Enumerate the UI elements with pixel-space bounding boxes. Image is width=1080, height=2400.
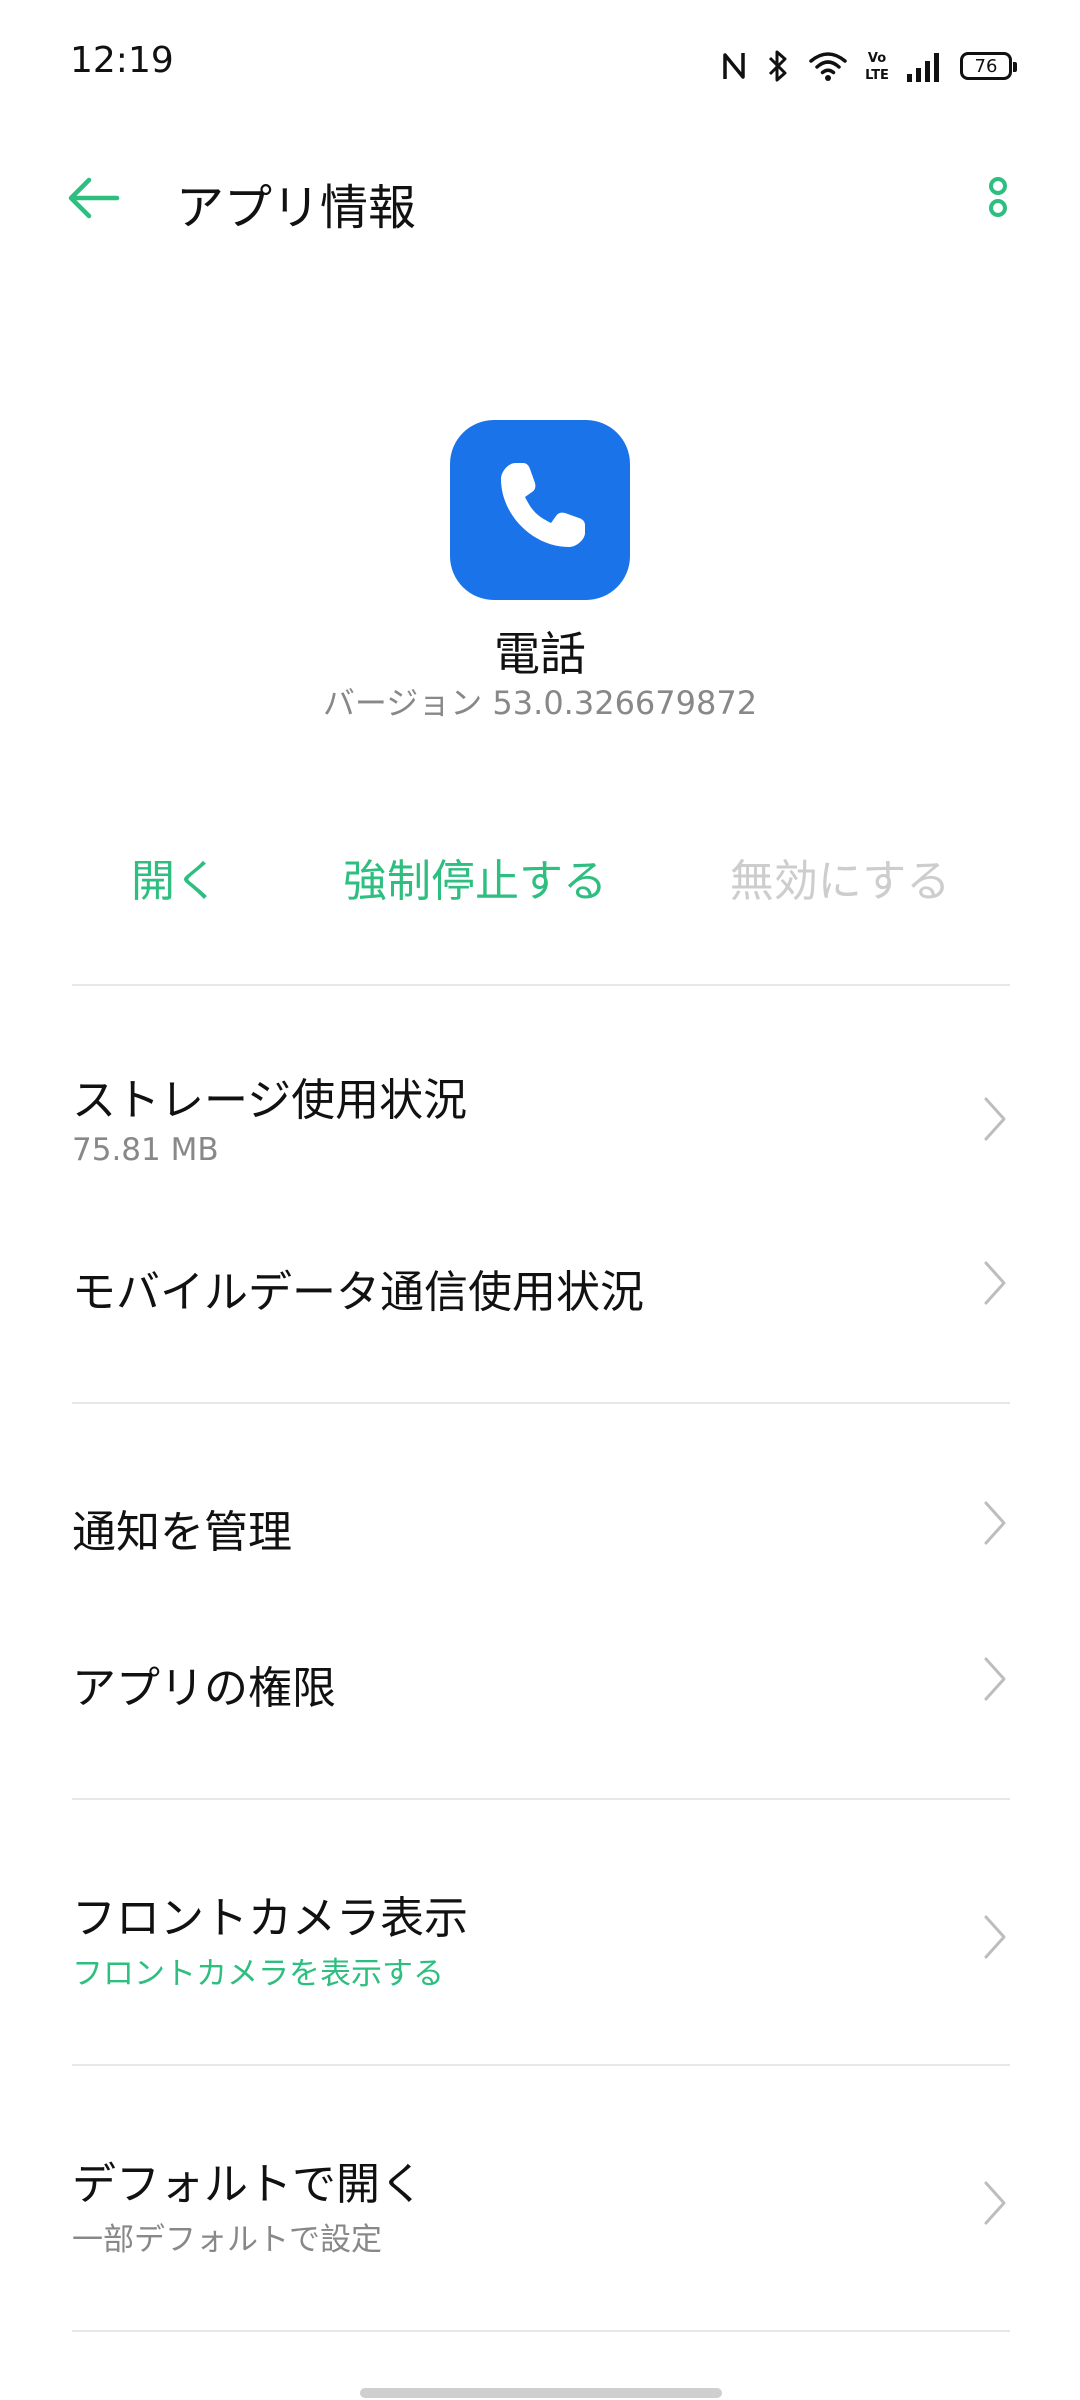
chevron-right-icon xyxy=(980,1654,1010,1704)
chevron-right-icon xyxy=(980,1258,1010,1308)
row-title: 通知を管理 xyxy=(72,1507,292,1558)
row-title: モバイルデータ通信使用状況 xyxy=(72,1267,644,1318)
row-title: フロントカメラ表示 xyxy=(72,1893,468,1944)
bluetooth-icon xyxy=(766,48,790,84)
row-title: デフォルトで開く xyxy=(72,2159,424,2210)
open-button[interactable]: 開く xyxy=(120,845,230,909)
back-button[interactable] xyxy=(58,170,128,230)
manage-notifications-row[interactable]: 通知を管理 xyxy=(72,1490,1010,1560)
status-bar: 12:19 Vo LTE 76 xyxy=(0,0,1080,130)
app-bar: アプリ情報 xyxy=(0,150,1080,250)
front-camera-display-row[interactable]: フロントカメラ表示 フロントカメラを表示する xyxy=(72,1878,1010,1998)
more-vert-icon xyxy=(988,174,1008,226)
battery-level: 76 xyxy=(974,55,998,77)
mobile-data-usage-row[interactable]: モバイルデータ通信使用状況 xyxy=(72,1250,1010,1320)
svg-text:Vo: Vo xyxy=(868,51,886,66)
divider xyxy=(72,2064,1010,2066)
divider xyxy=(72,1798,1010,1800)
divider xyxy=(72,984,1010,986)
storage-usage-row[interactable]: ストレージ使用状況 75.81 MB xyxy=(72,1060,1010,1180)
row-subtitle: 75.81 MB xyxy=(72,1132,219,1168)
app-info-screen: 12:19 Vo LTE 76 アプリ情報 電話 バージョン 53.0.3266… xyxy=(0,0,1080,2400)
app-icon xyxy=(450,420,630,600)
disable-button: 無効にする xyxy=(729,856,951,907)
force-stop-button[interactable]: 強制停止する xyxy=(340,845,610,909)
status-time: 12:19 xyxy=(70,40,174,81)
chevron-right-icon xyxy=(980,1912,1010,1962)
chevron-right-icon xyxy=(980,1094,1010,1144)
more-options-button[interactable] xyxy=(976,170,1020,230)
chevron-right-icon xyxy=(980,2178,1010,2228)
battery-icon: 76 xyxy=(960,52,1017,80)
wifi-icon xyxy=(808,49,848,83)
svg-text:LTE: LTE xyxy=(866,68,888,83)
divider xyxy=(72,1402,1010,1404)
row-title: アプリの権限 xyxy=(72,1663,336,1714)
status-icons: Vo LTE 76 xyxy=(720,44,1017,88)
volte-icon: Vo LTE xyxy=(866,48,888,84)
nfc-icon xyxy=(720,49,748,83)
divider xyxy=(72,2330,1010,2332)
row-subtitle: フロントカメラを表示する xyxy=(72,1956,444,1992)
chevron-right-icon xyxy=(980,1498,1010,1548)
open-by-default-row[interactable]: デフォルトで開く 一部デフォルトで設定 xyxy=(72,2144,1010,2264)
app-permissions-row[interactable]: アプリの権限 xyxy=(72,1646,1010,1716)
row-title: ストレージ使用状況 xyxy=(72,1075,468,1126)
row-subtitle: 一部デフォルトで設定 xyxy=(72,2222,382,2258)
back-arrow-icon xyxy=(65,176,121,224)
phone-icon xyxy=(485,453,595,567)
home-indicator[interactable] xyxy=(360,2388,722,2398)
page-title: アプリ情報 xyxy=(176,180,417,236)
signal-icon xyxy=(906,50,942,82)
app-version: バージョン 53.0.326679872 xyxy=(322,684,758,722)
app-name: 電話 xyxy=(494,627,586,681)
